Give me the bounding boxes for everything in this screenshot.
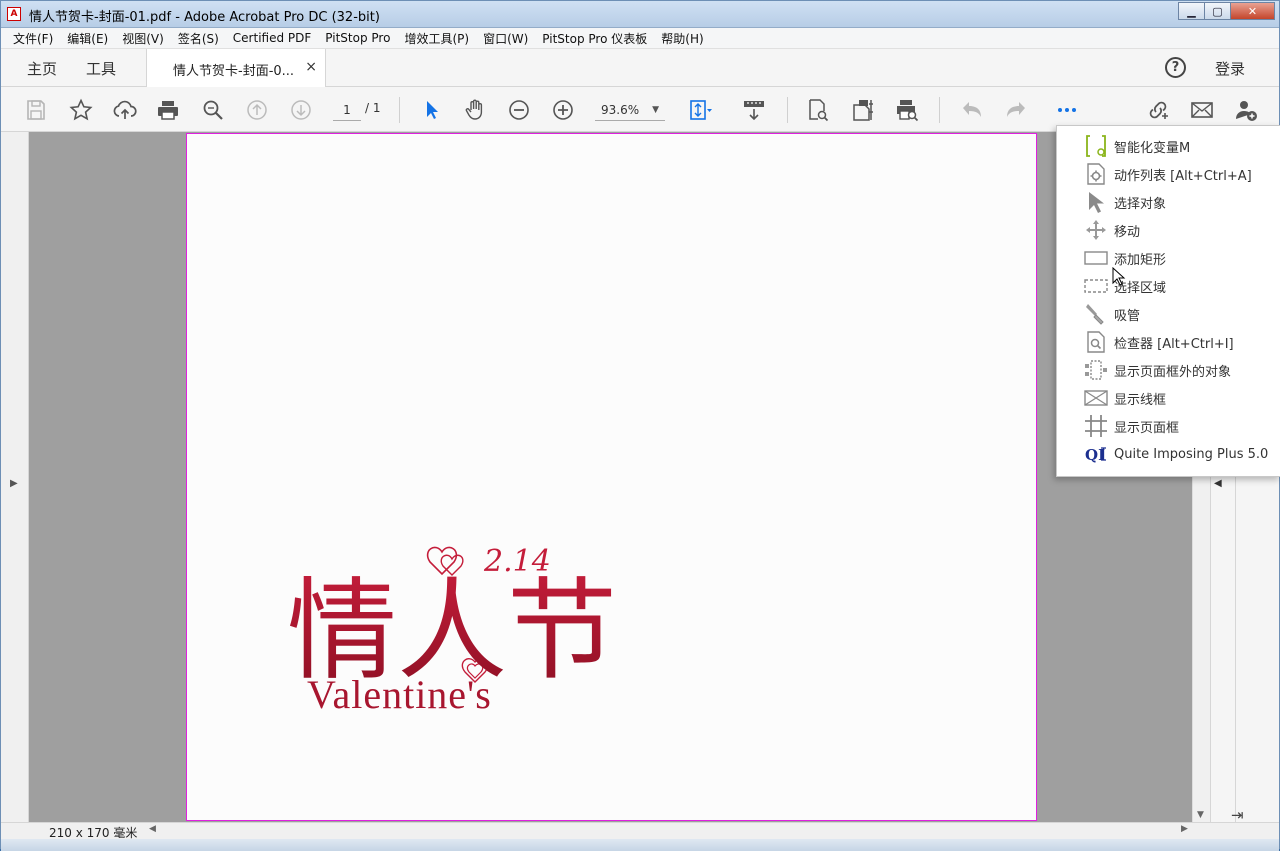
- more-tools-menu: 智能化变量M 动作列表 [Alt+Ctrl+A] 选择对象 移动 添加矩形 选择…: [1056, 125, 1280, 477]
- close-tab-icon[interactable]: ×: [305, 59, 317, 75]
- toolbar-divider: [939, 97, 940, 123]
- window-controls: ▁ ▢ ✕: [1178, 2, 1275, 20]
- scroll-mode-icon[interactable]: [741, 97, 767, 123]
- toolbar-divider: [399, 97, 400, 123]
- zoom-level-select[interactable]: 93.6% ▼: [595, 99, 665, 121]
- menu-file[interactable]: 文件(F): [13, 30, 53, 47]
- redo-icon[interactable]: [1003, 97, 1029, 123]
- undo-icon[interactable]: [959, 97, 985, 123]
- artwork-subtitle: Valentine's: [307, 672, 492, 717]
- scroll-left-icon[interactable]: ◀: [149, 824, 156, 834]
- menu-item-select-area[interactable]: 选择区域: [1057, 272, 1280, 300]
- menu-edit[interactable]: 编辑(E): [67, 30, 108, 47]
- left-navigation-pane: ▶: [1, 132, 29, 822]
- wireframe-icon: [1084, 386, 1108, 410]
- menu-item-smart-variable[interactable]: 智能化变量M: [1057, 132, 1280, 160]
- previous-page-icon[interactable]: [244, 97, 270, 123]
- taskbar-edge: [1, 839, 1279, 851]
- tab-home[interactable]: 主页: [27, 58, 57, 79]
- email-icon[interactable]: [1189, 97, 1215, 123]
- inspector-icon: [1084, 330, 1108, 354]
- action-list-icon: [1084, 162, 1108, 186]
- print-preview-icon[interactable]: [894, 97, 920, 123]
- menu-sign[interactable]: 签名(S): [178, 30, 219, 47]
- save-icon[interactable]: [23, 97, 49, 123]
- more-tools-icon[interactable]: [1054, 97, 1080, 123]
- menu-item-show-offpage-objects[interactable]: 显示页面框外的对象: [1057, 356, 1280, 384]
- minimize-button[interactable]: ▁: [1178, 2, 1205, 20]
- menu-certified-pdf[interactable]: Certified PDF: [233, 31, 312, 45]
- smart-variable-icon: [1084, 134, 1108, 158]
- menu-bar: 文件(F) 编辑(E) 视图(V) 签名(S) Certified PDF Pi…: [1, 28, 1279, 49]
- scroll-right-icon[interactable]: ▶: [1181, 824, 1188, 834]
- document-tab-label: 情人节贺卡-封面-0...: [173, 64, 295, 79]
- tab-document[interactable]: 情人节贺卡-封面-0... ×: [146, 49, 326, 87]
- help-icon[interactable]: ?: [1165, 57, 1186, 78]
- select-object-icon: [1084, 190, 1108, 214]
- fit-page-icon[interactable]: [687, 97, 713, 123]
- quite-imposing-icon: QI: [1084, 442, 1108, 466]
- menu-pitstop-dashboard[interactable]: PitStop Pro 仪表板: [542, 30, 647, 47]
- window-title: 情人节贺卡-封面-01.pdf - Adobe Acrobat Pro DC (…: [29, 10, 380, 25]
- valentine-artwork: 情人节 2.14 Valentine's: [287, 544, 617, 717]
- zoom-in-icon[interactable]: [550, 97, 576, 123]
- menu-help[interactable]: 帮助(H): [661, 30, 703, 47]
- show-offpage-objects-icon: [1084, 358, 1108, 382]
- tab-tools[interactable]: 工具: [86, 58, 116, 79]
- zoom-out-icon[interactable]: [506, 97, 532, 123]
- svg-text:QI: QI: [1085, 446, 1105, 464]
- menu-item-wireframe[interactable]: 显示线框: [1057, 384, 1280, 412]
- menu-item-page-boxes[interactable]: 显示页面框: [1057, 412, 1280, 440]
- mouse-cursor-icon: [1112, 267, 1126, 286]
- menu-item-inspector[interactable]: 检查器 [Alt+Ctrl+I]: [1057, 328, 1280, 356]
- menu-item-quite-imposing[interactable]: QI Quite Imposing Plus 5.0: [1057, 440, 1280, 468]
- login-button[interactable]: 登录: [1215, 58, 1245, 79]
- acrobat-window: A 情人节贺卡-封面-01.pdf - Adobe Acrobat Pro DC…: [0, 0, 1280, 851]
- acrobat-app-icon: A: [7, 7, 21, 21]
- artwork-date: 2.14: [483, 544, 551, 579]
- zoom-level-value: 93.6%: [601, 103, 640, 117]
- add-user-icon[interactable]: [1233, 97, 1259, 123]
- hand-tool-icon[interactable]: [462, 97, 488, 123]
- maximize-button[interactable]: ▢: [1204, 2, 1231, 20]
- close-button[interactable]: ✕: [1230, 2, 1275, 20]
- menu-item-action-list[interactable]: 动作列表 [Alt+Ctrl+A]: [1057, 160, 1280, 188]
- menu-plugins[interactable]: 增效工具(P): [404, 30, 469, 47]
- menu-item-add-rectangle[interactable]: 添加矩形: [1057, 244, 1280, 272]
- chevron-down-icon: ▼: [652, 105, 659, 115]
- pdf-page[interactable]: 情人节 2.14 Valentine's: [186, 133, 1037, 821]
- menu-pitstop-pro[interactable]: PitStop Pro: [325, 31, 390, 45]
- expand-left-pane-icon[interactable]: ▶: [10, 478, 18, 489]
- select-cursor-icon[interactable]: [419, 97, 445, 123]
- page-number-input[interactable]: 1: [333, 99, 361, 121]
- print-icon[interactable]: [155, 97, 181, 123]
- page-inspect-icon[interactable]: [805, 97, 831, 123]
- zoom-search-icon[interactable]: [200, 97, 226, 123]
- menu-item-move[interactable]: 移动: [1057, 216, 1280, 244]
- collapse-right-pane-icon[interactable]: ◀: [1214, 478, 1222, 489]
- scroll-down-icon[interactable]: ▼: [1197, 810, 1204, 820]
- page-total: / 1: [365, 101, 381, 115]
- cloud-upload-icon[interactable]: [112, 97, 138, 123]
- menu-view[interactable]: 视图(V): [122, 30, 164, 47]
- bookmark-star-icon[interactable]: [68, 97, 94, 123]
- menu-item-eyedropper[interactable]: 吸管: [1057, 300, 1280, 328]
- eyedropper-icon: [1084, 302, 1108, 326]
- menu-item-select-object[interactable]: 选择对象: [1057, 188, 1280, 216]
- add-rectangle-icon: [1084, 246, 1108, 270]
- toolbar-divider: [787, 97, 788, 123]
- share-link-icon[interactable]: [1145, 97, 1171, 123]
- page-edit-icon[interactable]: [850, 97, 876, 123]
- menu-window[interactable]: 窗口(W): [483, 30, 528, 47]
- status-bar: 210 x 170 毫米 ◀ ▶: [1, 822, 1279, 851]
- move-icon: [1084, 218, 1108, 242]
- tab-bar: 主页 工具 情人节贺卡-封面-0... × ? 登录: [1, 49, 1279, 87]
- title-bar: A 情人节贺卡-封面-01.pdf - Adobe Acrobat Pro DC…: [1, 1, 1279, 28]
- select-area-icon: [1084, 274, 1108, 298]
- page-boxes-icon: [1084, 414, 1108, 438]
- next-page-icon[interactable]: [288, 97, 314, 123]
